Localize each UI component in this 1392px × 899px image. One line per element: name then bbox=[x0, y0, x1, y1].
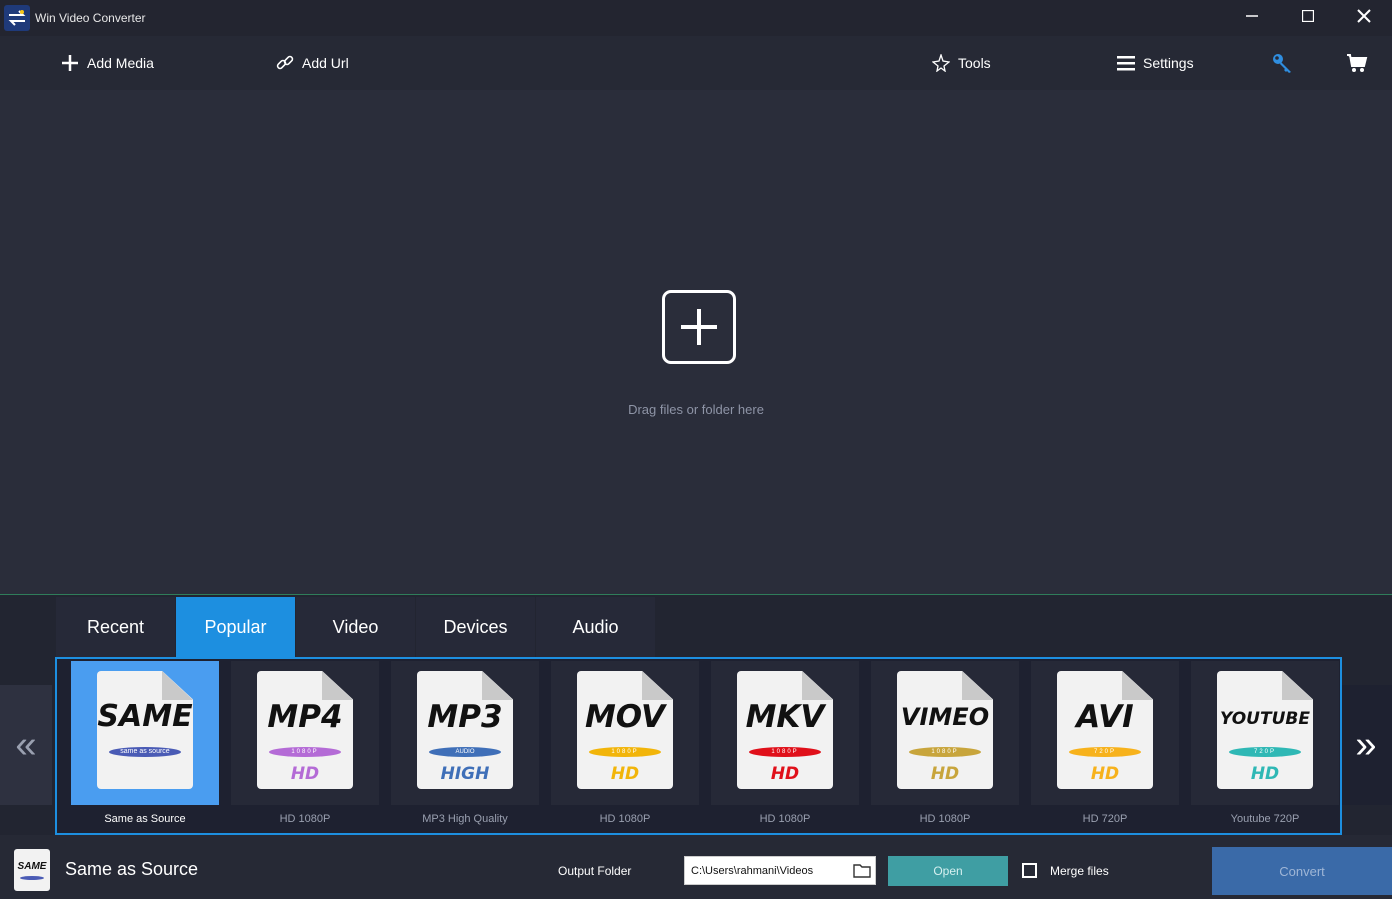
menu-icon bbox=[1117, 55, 1135, 71]
tab-popular[interactable]: Popular bbox=[176, 597, 295, 657]
format-badge: 1080P bbox=[749, 747, 821, 757]
selected-format-icon-text: SAME bbox=[17, 861, 47, 872]
app-title: Win Video Converter bbox=[35, 11, 146, 25]
format-caption: Youtube 720P bbox=[1230, 813, 1300, 825]
format-badge: AUDIO bbox=[429, 747, 501, 757]
format-avi[interactable]: AVI 720P HD HD 720P bbox=[1031, 661, 1179, 831]
open-button[interactable]: Open bbox=[888, 856, 1008, 886]
format-badge: 720P bbox=[1229, 747, 1301, 757]
scroll-left-icon[interactable]: « bbox=[0, 685, 52, 805]
format-title: YOUTUBE bbox=[1220, 709, 1310, 729]
format-title: MP3 bbox=[427, 699, 503, 735]
format-title: MKV bbox=[745, 699, 825, 735]
link-icon bbox=[276, 54, 294, 72]
format-same-as-source[interactable]: SAME same as source Same as Source bbox=[71, 661, 219, 831]
maximize-icon[interactable] bbox=[1280, 0, 1336, 32]
format-badge: 720P bbox=[1069, 747, 1141, 757]
format-badge: 1080P bbox=[589, 747, 661, 757]
plus-icon bbox=[61, 54, 79, 72]
format-caption: HD 1080P bbox=[919, 813, 971, 825]
settings-label: Settings bbox=[1143, 55, 1194, 71]
format-caption: HD 1080P bbox=[599, 813, 651, 825]
format-quality: HD bbox=[770, 764, 800, 784]
format-mkv[interactable]: MKV 1080P HD HD 1080P bbox=[711, 661, 859, 831]
settings-button[interactable]: Settings bbox=[1117, 36, 1194, 90]
tools-button[interactable]: Tools bbox=[932, 36, 991, 90]
format-caption: MP3 High Quality bbox=[422, 813, 508, 825]
convert-button[interactable]: Convert bbox=[1212, 847, 1392, 895]
selected-format-icon: SAME bbox=[14, 849, 50, 891]
tools-label: Tools bbox=[958, 55, 991, 71]
app-logo-icon bbox=[4, 5, 30, 31]
scroll-right-icon[interactable]: » bbox=[1340, 685, 1392, 805]
format-quality: HD bbox=[1250, 764, 1280, 784]
formats-list: SAME same as source Same as Source MP4 1… bbox=[55, 657, 1342, 835]
format-badge: same as source bbox=[109, 747, 181, 757]
merge-files-label: Merge files bbox=[1050, 864, 1109, 878]
format-quality: HD bbox=[290, 764, 320, 784]
format-title: MOV bbox=[584, 699, 666, 735]
close-icon[interactable] bbox=[1336, 0, 1392, 32]
format-vimeo[interactable]: VIMEO 1080P HD HD 1080P bbox=[871, 661, 1019, 831]
add-url-label: Add Url bbox=[302, 55, 349, 71]
add-media-label: Add Media bbox=[87, 55, 154, 71]
format-badge: 1080P bbox=[269, 747, 341, 757]
cart-icon[interactable] bbox=[1346, 36, 1368, 90]
title-bar: Win Video Converter bbox=[0, 0, 1392, 36]
format-caption: HD 720P bbox=[1082, 813, 1128, 825]
tab-devices[interactable]: Devices bbox=[416, 597, 535, 657]
format-title: VIMEO bbox=[900, 703, 990, 731]
add-files-plus-icon[interactable] bbox=[662, 290, 736, 364]
tab-video[interactable]: Video bbox=[296, 597, 415, 657]
format-mp4[interactable]: MP4 1080P HD HD 1080P bbox=[231, 661, 379, 831]
format-tabs: Recent Popular Video Devices Audio bbox=[56, 597, 656, 657]
format-caption: Same as Source bbox=[104, 813, 186, 825]
format-quality: HD bbox=[1090, 764, 1120, 784]
format-title: MP4 bbox=[267, 699, 343, 735]
add-url-button[interactable]: Add Url bbox=[276, 36, 349, 90]
footer-bar: SAME Same as Source Output Folder C:\Use… bbox=[0, 835, 1392, 899]
merge-files-checkbox[interactable] bbox=[1022, 863, 1037, 878]
format-caption: HD 1080P bbox=[279, 813, 331, 825]
toolbar: Add Media Add Url Tools Settings bbox=[0, 36, 1392, 90]
tab-audio[interactable]: Audio bbox=[536, 597, 655, 657]
output-folder-label: Output Folder bbox=[558, 864, 632, 878]
output-folder-field[interactable]: C:\Users\rahmani\Videos bbox=[684, 856, 876, 885]
format-title: AVI bbox=[1076, 699, 1134, 735]
format-quality: HIGH bbox=[440, 764, 490, 784]
format-mp3[interactable]: MP3 AUDIO HIGH MP3 High Quality bbox=[391, 661, 539, 831]
add-media-button[interactable]: Add Media bbox=[61, 36, 154, 90]
drop-zone[interactable]: Drag files or folder here bbox=[0, 90, 1392, 595]
format-panel: Recent Popular Video Devices Audio « » S… bbox=[0, 595, 1392, 835]
minimize-icon[interactable] bbox=[1224, 0, 1280, 32]
tab-recent[interactable]: Recent bbox=[56, 597, 175, 657]
format-mov[interactable]: MOV 1080P HD HD 1080P bbox=[551, 661, 699, 831]
format-quality: HD bbox=[930, 764, 960, 784]
format-badge: 1080P bbox=[909, 747, 981, 757]
format-youtube[interactable]: YOUTUBE 720P HD Youtube 720P bbox=[1191, 661, 1339, 831]
format-caption: HD 1080P bbox=[759, 813, 811, 825]
tools-icon bbox=[932, 54, 950, 72]
output-folder-path: C:\Users\rahmani\Videos bbox=[691, 865, 814, 877]
drop-hint: Drag files or folder here bbox=[628, 402, 764, 417]
format-quality: HD bbox=[610, 764, 640, 784]
selected-format-name: Same as Source bbox=[65, 859, 199, 879]
folder-icon[interactable] bbox=[853, 863, 871, 881]
key-icon[interactable] bbox=[1271, 36, 1293, 90]
format-title: SAME bbox=[97, 699, 193, 734]
